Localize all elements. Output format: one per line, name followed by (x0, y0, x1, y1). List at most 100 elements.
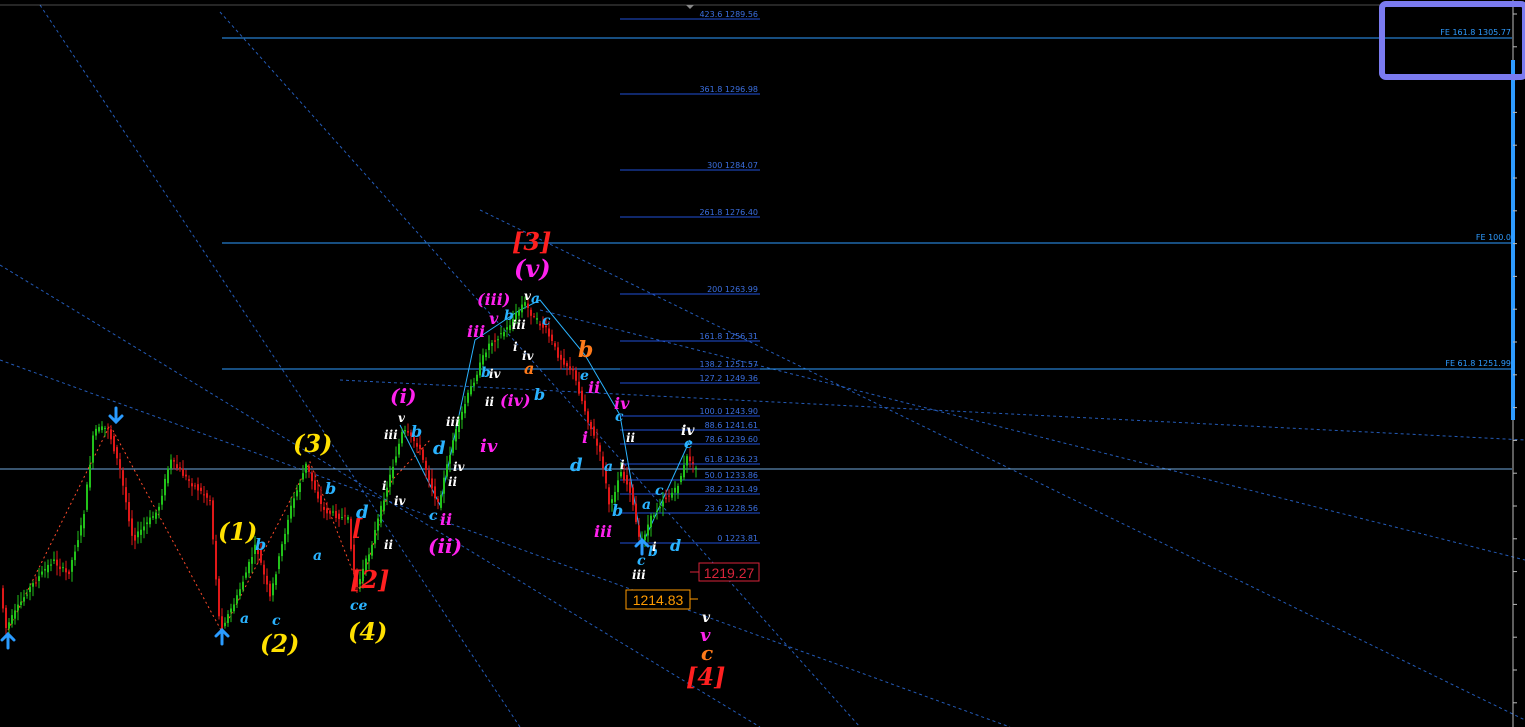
candle-body (488, 343, 490, 351)
price-chart[interactable]: FE 161.8 1305.77FE 100.0FE 61.8 1251.99 … (0, 0, 1525, 727)
wave-label: iii (512, 318, 526, 332)
fib-label-12: 50.0 1233.86 (705, 471, 758, 480)
candle-body (95, 428, 97, 436)
candle-body (620, 472, 622, 477)
wave-label: c (701, 641, 713, 665)
wave-label: a (531, 291, 540, 307)
candle-body (668, 495, 670, 497)
candle-body (236, 595, 238, 604)
wave-label: (v) (514, 254, 551, 283)
candle-body (467, 392, 469, 403)
candle-body (170, 459, 172, 469)
candle-body (632, 487, 634, 505)
wave-label: a (240, 611, 249, 627)
candle-body (278, 556, 280, 570)
wave-label: iii (632, 568, 646, 582)
candle-body (290, 505, 292, 519)
candle-body (338, 513, 340, 520)
candle-body (671, 492, 673, 498)
candle-body (233, 604, 235, 612)
fib-label-6: 138.2 1251.57 (699, 360, 758, 369)
candle-body (494, 340, 496, 342)
candle-body (14, 610, 16, 619)
wave-label: a (524, 359, 534, 378)
candle-body (20, 601, 22, 605)
candle-body (11, 615, 13, 624)
candle-body (5, 607, 7, 629)
candle-body (47, 564, 49, 573)
candle-body (623, 471, 625, 481)
candle-body (251, 557, 253, 564)
wave-label: iv (614, 394, 630, 413)
wave-label: iv (681, 423, 695, 439)
candle-body (587, 411, 589, 423)
candle-body (23, 597, 25, 602)
candle-body (383, 500, 385, 511)
candle-body (101, 426, 103, 431)
wave-label: [2] (350, 565, 389, 594)
wave-label: iii (446, 415, 460, 429)
candle-body (686, 456, 688, 466)
candle-body (635, 503, 637, 523)
candle-body (590, 421, 592, 430)
candle-body (536, 318, 538, 320)
candle-body (332, 511, 334, 513)
candle-body (164, 478, 166, 496)
wave-label: ii (485, 395, 495, 409)
candle-body (392, 466, 394, 478)
candle-body (89, 464, 91, 488)
candle-body (218, 578, 220, 617)
candle-body (482, 355, 484, 365)
candle-body (425, 460, 427, 470)
candle-body (569, 366, 571, 370)
candle-body (305, 463, 307, 473)
candle-body (572, 368, 574, 371)
wave-label: i (513, 340, 518, 354)
wave-label: (2) (260, 629, 299, 658)
candle-body (533, 316, 535, 318)
candle-body (416, 443, 418, 447)
candle-body (557, 347, 559, 358)
wave-label: c (655, 483, 664, 499)
wave-label: b (534, 385, 545, 404)
wave-label: ce (350, 598, 368, 614)
candle-body (110, 429, 112, 440)
candle-body (389, 474, 391, 487)
wave-label: c (542, 313, 551, 329)
wave-label: iv (394, 494, 407, 508)
candle-body (107, 428, 109, 430)
wave-label: (4) (348, 617, 387, 646)
candle-body (104, 427, 106, 429)
wave-label: [3] (512, 227, 551, 256)
candle-body (173, 460, 175, 462)
wave-label: iv (489, 367, 502, 381)
wave-label: b (612, 501, 623, 520)
candle-body (2, 588, 4, 609)
wave-label: iii (384, 428, 398, 442)
candle-body (215, 540, 217, 580)
wave-label: v (524, 289, 532, 303)
candle-body (62, 567, 64, 569)
candle-body (140, 529, 142, 535)
fib-label-4: 200 1263.99 (707, 285, 758, 294)
candle-body (347, 517, 349, 520)
candle-body (131, 518, 133, 536)
fib-label-9: 88.6 1241.61 (705, 421, 758, 430)
wave-label: iv (480, 436, 498, 457)
wave-label: (iii) (477, 290, 510, 309)
candle-body (185, 474, 187, 477)
wave-label: c (272, 613, 281, 629)
candle-body (146, 522, 148, 525)
wave-label: d (570, 455, 583, 476)
candle-body (92, 435, 94, 463)
candle-body (230, 608, 232, 613)
candle-body (194, 485, 196, 487)
candle-body (200, 487, 202, 491)
candle-body (629, 482, 631, 493)
candle-body (203, 494, 205, 496)
candle-body (167, 468, 169, 484)
candle-body (179, 467, 181, 470)
candle-body (44, 569, 46, 571)
wave-label: c (429, 508, 438, 524)
price-box-orange-value: 1214.83 (633, 592, 684, 608)
